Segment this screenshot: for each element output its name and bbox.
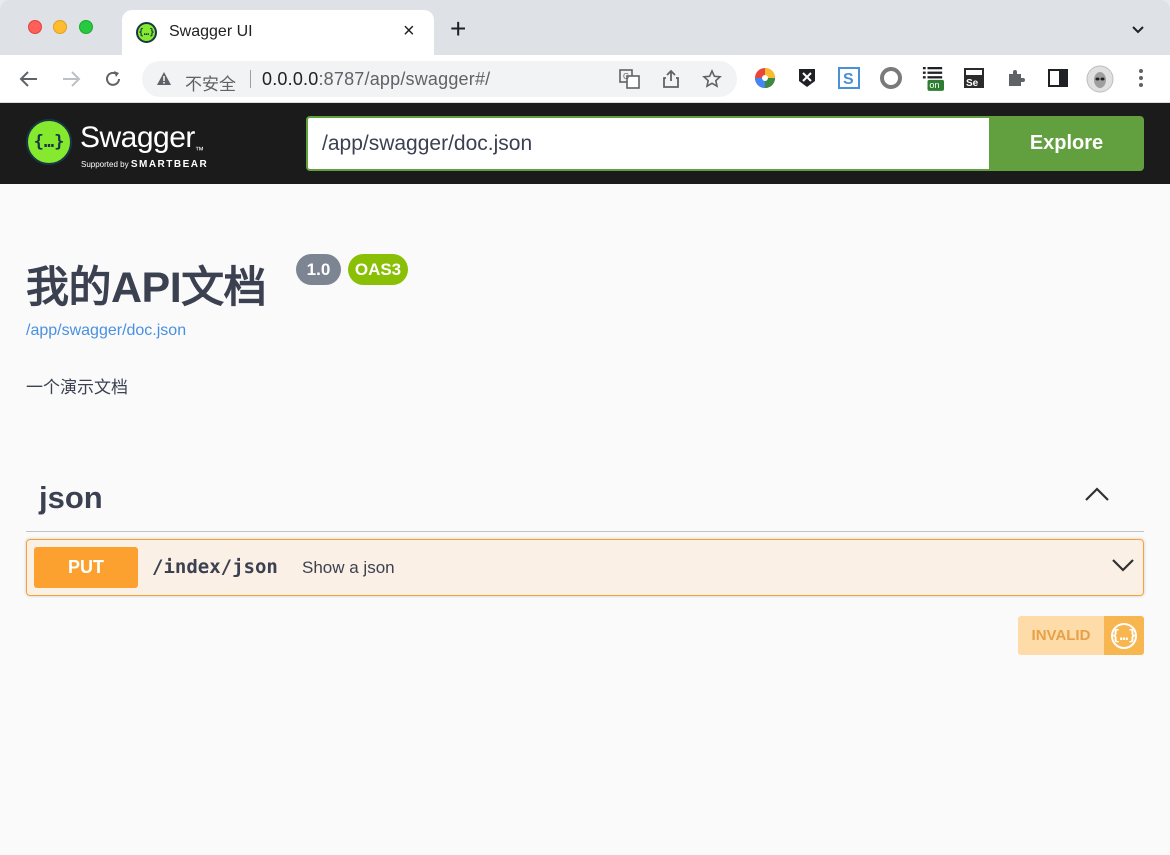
tab-title: Swagger UI xyxy=(169,23,253,40)
circle-extension-icon[interactable] xyxy=(880,67,902,89)
puzzle-extensions-icon[interactable] xyxy=(1005,67,1027,89)
brand-name[interactable]: Swagger™ xyxy=(80,121,204,155)
validator-badge[interactable]: INVALID {…} xyxy=(1018,616,1144,655)
swagger-topbar: {…} Swagger™ Supported by SMARTBEAR Expl… xyxy=(0,103,1170,184)
spec-url-input[interactable] xyxy=(306,116,990,171)
back-arrow-icon[interactable] xyxy=(15,65,43,93)
side-panel-icon[interactable] xyxy=(1047,67,1069,89)
new-tab-icon[interactable]: + xyxy=(450,15,466,43)
validator-icon: {…} xyxy=(1104,616,1144,655)
reload-icon[interactable] xyxy=(99,65,127,93)
explore-button[interactable]: Explore xyxy=(989,116,1144,171)
bookmark-star-icon[interactable] xyxy=(702,69,722,94)
tab-search-chevron-icon[interactable] xyxy=(1131,22,1145,40)
address-divider xyxy=(250,70,251,88)
validator-glyph: {…} xyxy=(1111,622,1137,649)
tab-close-icon[interactable]: × xyxy=(403,20,415,43)
operation-summary: Show a json xyxy=(302,558,395,577)
chevron-down-icon[interactable] xyxy=(1111,557,1135,578)
sponsor-name: SMARTBEAR xyxy=(130,159,209,170)
browser-tab-active[interactable]: {…} Swagger UI × xyxy=(122,10,434,55)
tag-section-header[interactable]: json xyxy=(26,468,1144,532)
swagger-favicon-icon: {…} xyxy=(136,22,157,43)
browser-tab-strip: {…} Swagger UI × + xyxy=(0,0,1170,55)
profile-avatar-icon[interactable] xyxy=(1086,65,1114,93)
browser-toolbar: 不安全 0.0.0.0:8787/app/swagger#/ G S on Se xyxy=(0,55,1170,103)
forward-arrow-icon[interactable] xyxy=(57,65,85,93)
operation-put-index-json[interactable]: PUT /index/json Show a json xyxy=(26,539,1144,596)
selenium-extension-icon[interactable]: Se xyxy=(963,67,985,89)
chevron-up-icon[interactable] xyxy=(1084,486,1110,507)
http-method-badge: PUT xyxy=(34,547,138,588)
x-shield-extension-icon[interactable] xyxy=(796,67,818,89)
url-text[interactable]: 0.0.0.0:8787/app/swagger#/ xyxy=(262,69,490,90)
insecure-label[interactable]: 不安全 xyxy=(185,70,236,95)
svg-text:G: G xyxy=(623,72,629,81)
close-window-button[interactable] xyxy=(28,20,42,34)
brand-name-text: Swagger xyxy=(80,121,195,154)
supported-by-text: Supported by xyxy=(81,160,129,169)
url-path: :8787/app/swagger#/ xyxy=(318,69,491,89)
api-title: 我的API文档 xyxy=(26,264,267,312)
validator-status: INVALID xyxy=(1018,616,1104,655)
url-host: 0.0.0.0 xyxy=(262,69,319,89)
svg-text:Se: Se xyxy=(966,78,979,89)
list-extension-icon[interactable]: on xyxy=(922,67,944,91)
address-bar[interactable]: 不安全 0.0.0.0:8787/app/swagger#/ G xyxy=(142,61,737,97)
svg-text:S: S xyxy=(843,71,854,88)
swagger-logo-icon[interactable]: {…} xyxy=(26,119,72,165)
operation-path: /index/json xyxy=(152,556,278,578)
browser-menu-icon[interactable] xyxy=(1130,67,1152,89)
trademark-mark: ™ xyxy=(194,145,204,155)
translate-icon[interactable]: G xyxy=(619,69,641,94)
maximize-window-button[interactable] xyxy=(79,20,93,34)
s-extension-icon[interactable]: S xyxy=(838,67,860,89)
oas-badge: OAS3 xyxy=(348,254,408,285)
version-badge: 1.0 xyxy=(296,254,341,285)
minimize-window-button[interactable] xyxy=(53,20,67,34)
color-wheel-extension-icon[interactable] xyxy=(754,67,776,89)
share-icon[interactable] xyxy=(662,69,680,94)
extension-on-badge: on xyxy=(929,80,939,90)
spec-url-link[interactable]: /app/swagger/doc.json xyxy=(26,322,186,340)
page-viewport: {…} Swagger™ Supported by SMARTBEAR Expl… xyxy=(0,103,1170,855)
supported-by: Supported by SMARTBEAR xyxy=(81,159,208,170)
tag-name[interactable]: json xyxy=(39,480,103,516)
warning-icon[interactable] xyxy=(156,71,172,91)
api-description: 一个演示文档 xyxy=(26,378,128,397)
